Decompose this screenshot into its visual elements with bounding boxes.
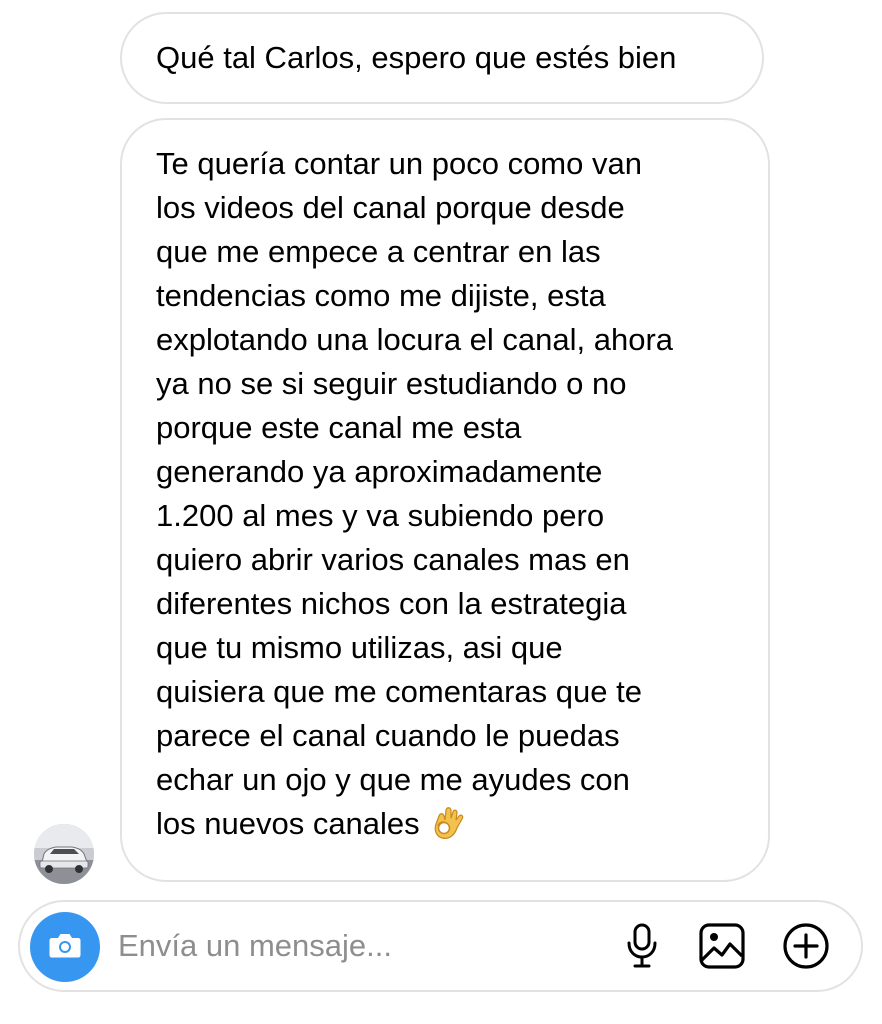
camera-icon xyxy=(48,930,82,965)
message-bubble-long[interactable]: Te quería contar un poco como van los vi… xyxy=(120,118,770,882)
microphone-button[interactable] xyxy=(616,922,668,974)
message-composer xyxy=(18,900,863,992)
image-gallery-button[interactable] xyxy=(696,922,748,974)
image-gallery-icon xyxy=(698,922,746,975)
microphone-icon xyxy=(625,923,659,974)
message-input[interactable] xyxy=(118,924,578,968)
car-photo-avatar[interactable] xyxy=(34,824,94,884)
message-bubble-greeting[interactable]: Qué tal Carlos, espero que estés bien xyxy=(120,12,764,104)
ok-hand-emoji-icon xyxy=(432,802,468,854)
plus-button[interactable] xyxy=(780,922,832,974)
message-text: Te quería contar un poco como van los vi… xyxy=(156,146,674,841)
camera-button[interactable] xyxy=(30,912,100,982)
message-text: Qué tal Carlos, espero que estés bien xyxy=(156,40,677,75)
plus-circle-icon xyxy=(781,921,831,976)
